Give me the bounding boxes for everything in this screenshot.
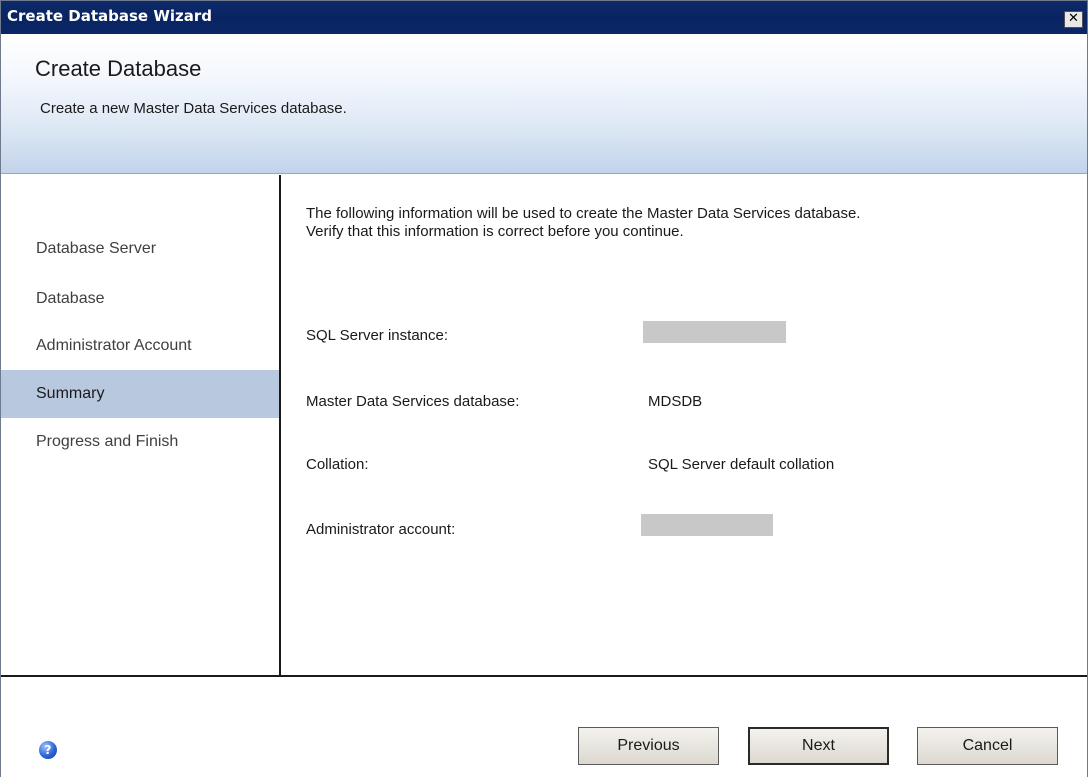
- page-subtitle: Create a new Master Data Services databa…: [40, 100, 347, 117]
- wizard-header: Create Database Create a new Master Data…: [1, 34, 1087, 174]
- nav-item-database[interactable]: Database: [1, 275, 279, 323]
- nav-item-progress-and-finish[interactable]: Progress and Finish: [1, 418, 279, 466]
- nav-item-administrator-account[interactable]: Administrator Account: [1, 322, 279, 370]
- sql-server-instance-label: SQL Server instance:: [306, 327, 449, 344]
- close-icon[interactable]: ✕: [1064, 11, 1083, 28]
- collation-value: SQL Server default collation: [648, 456, 835, 473]
- summary-intro: The following information will be used t…: [306, 205, 1066, 241]
- wizard-window: Create Database Wizard ✕ Create Database…: [0, 0, 1088, 777]
- summary-panel: The following information will be used t…: [283, 175, 1087, 675]
- administrator-account-value-redacted: [641, 514, 773, 536]
- help-icon[interactable]: ?: [39, 741, 57, 759]
- wizard-steps-nav: Database Server Database Administrator A…: [1, 175, 281, 675]
- cancel-button[interactable]: Cancel: [917, 727, 1058, 765]
- wizard-footer: ? Previous Next Cancel: [1, 677, 1087, 777]
- window-title: Create Database Wizard: [7, 7, 212, 25]
- mds-database-label: Master Data Services database:: [306, 393, 520, 410]
- previous-button[interactable]: Previous: [578, 727, 719, 765]
- nav-item-summary[interactable]: Summary: [1, 370, 279, 418]
- title-bar[interactable]: Create Database Wizard ✕: [1, 1, 1087, 34]
- collation-label: Collation:: [306, 456, 369, 473]
- administrator-account-label: Administrator account:: [306, 521, 456, 538]
- nav-item-database-server[interactable]: Database Server: [1, 225, 279, 273]
- intro-line-1: The following information will be used t…: [306, 205, 861, 222]
- page-title: Create Database: [35, 56, 202, 81]
- sql-server-instance-value-redacted: [643, 321, 786, 343]
- next-button[interactable]: Next: [748, 727, 889, 765]
- mds-database-value: MDSDB: [648, 393, 703, 410]
- intro-line-2: Verify that this information is correct …: [306, 223, 684, 240]
